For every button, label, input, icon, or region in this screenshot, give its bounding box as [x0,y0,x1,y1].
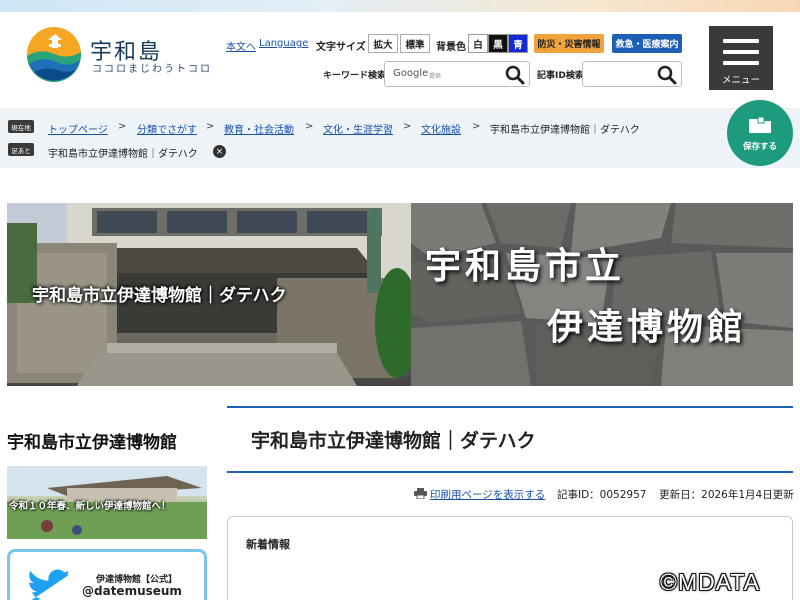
copyright-watermark: ©MDATA [660,569,761,595]
google-brand-text: Google [393,68,429,79]
printer-icon [414,488,427,499]
breadcrumb-culture-learning[interactable]: 文化・生涯学習 [323,121,393,136]
current-location-tag: 現在地 [8,120,34,133]
search-icon[interactable] [657,65,677,85]
search-icon[interactable] [505,65,525,85]
close-icon[interactable]: × [213,145,226,158]
save-page-button[interactable]: 保存する [727,100,793,166]
breadcrumb-top-page[interactable]: トップページ [48,121,108,136]
new-museum-banner[interactable]: 令和１０年春、新しい伊達博物館へ！ [7,466,207,539]
calligraphy-line-2: 伊達博物館 [547,306,748,348]
city-logo-icon[interactable] [26,26,82,82]
breadcrumb-category-search[interactable]: 分類でさがす [137,121,197,136]
font-enlarge-button[interactable]: 拡大 [368,34,398,53]
folder-icon [749,116,771,133]
title-divider-top [227,406,793,408]
breadcrumb-separator: > [118,121,127,132]
site-tagline: ココロまじわうトコロ [92,64,212,75]
article-id-search-input[interactable] [582,61,682,87]
twitter-link[interactable]: 伊達博物館【公式】 @datemuseum [7,549,207,600]
banner-caption: 令和１０年春、新しい伊達博物館へ！ [9,501,171,512]
article-meta: 記事ID：0052957 更新日：2026年1月4日更新 [557,487,794,502]
breadcrumb-separator: > [472,121,481,132]
news-heading: 新着情報 [246,538,290,551]
breadcrumb-separator: > [305,121,314,132]
skip-to-content-link[interactable]: 本文へ [226,38,256,53]
bg-color-label: 背景色 [436,42,466,53]
article-id: 記事ID：0052957 [557,489,647,501]
twitter-bird-icon [29,569,68,600]
hero-banner: 宇和島市立伊達博物館｜ダテハク 宇和島市立 伊達博物館 [7,203,793,386]
stone-wall-illustration [411,203,793,386]
language-link[interactable]: Language [259,38,308,49]
footprint-tag: 足あと [8,143,34,156]
breadcrumb-separator: > [206,121,215,132]
calligraphy-line-1: 宇和島市立 [425,245,626,287]
keyword-search-label: キーワード検索 [323,71,387,81]
title-divider-bottom [227,471,793,473]
font-standard-button[interactable]: 標準 [400,34,430,53]
font-size-label: 文字サイズ [316,42,366,53]
menu-label: メニュー [721,75,760,86]
twitter-handle: @datemuseum [82,584,182,598]
google-provided-text: 提供 [429,73,442,80]
top-gradient-bar [0,0,800,12]
bg-black-button[interactable]: 黒 [488,34,508,53]
hamburger-icon [723,39,759,72]
disaster-info-button[interactable]: 防災・災害情報 [534,34,604,53]
breadcrumb-current: 宇和島市立伊達博物館｜ダテハク [490,125,640,136]
museum-logo-text[interactable]: 宇和島市立伊達博物館 [7,428,177,453]
menu-button[interactable]: メニュー [709,26,773,90]
print-page-link[interactable]: 印刷用ページを表示する [430,487,545,502]
updated-date: 更新日：2026年1月4日更新 [659,489,794,501]
breadcrumb-cultural-facilities[interactable]: 文化施設 [421,121,461,136]
bg-white-button[interactable]: 白 [468,34,488,53]
hero-title: 宇和島市立伊達博物館｜ダテハク [32,286,287,306]
article-id-search-label: 記事ID検索 [537,71,584,81]
keyword-search-input[interactable]: Google 提供 [384,61,530,87]
breadcrumb-education[interactable]: 教育・社会活動 [224,121,294,136]
museum-photo: 宇和島市立伊達博物館｜ダテハク [7,203,411,386]
save-label: 保存する [742,142,777,152]
footprint-item[interactable]: 宇和島市立伊達博物館｜ダテハク [48,145,198,160]
bg-blue-button[interactable]: 青 [508,34,528,53]
page-title: 宇和島市立伊達博物館｜ダテハク [251,430,536,452]
stone-wall-calligraphy: 宇和島市立 伊達博物館 [411,203,793,386]
emergency-medical-button[interactable]: 救急・医療案内 [612,34,682,53]
breadcrumb-separator: > [403,121,412,132]
